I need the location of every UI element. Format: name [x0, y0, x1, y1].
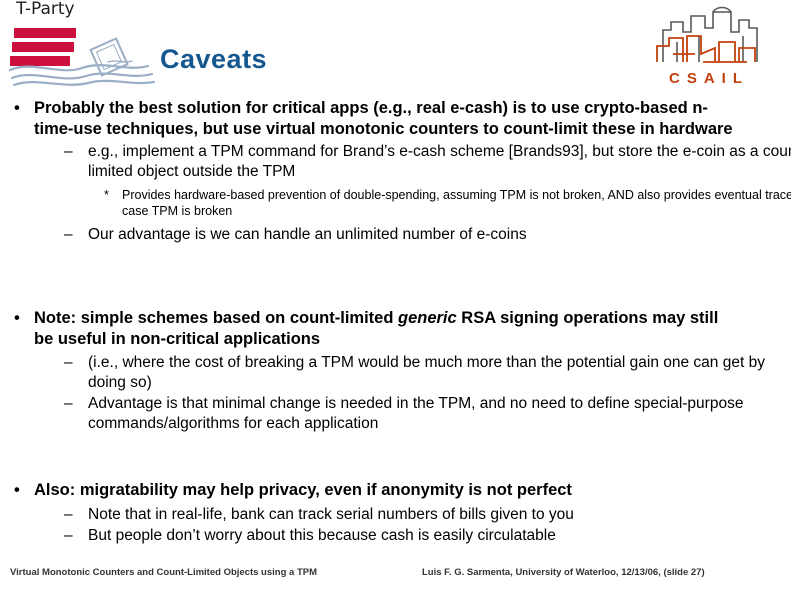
tparty-flag-bar-middle [12, 42, 74, 52]
bullet-text: Advantage is that minimal change is need… [88, 395, 744, 432]
bullet-marker: – [64, 505, 73, 523]
bullet-item: – e.g., implement a TPM command for Bran… [0, 142, 791, 181]
bullet-text-emphasis: generic [398, 309, 457, 327]
slide-header: T-Party Caveats CSAIL [0, 0, 791, 92]
tparty-logo: T-Party [8, 0, 158, 90]
bullet-marker: – [64, 143, 73, 160]
footer-author-and-slide-number: Luis F. G. Sarmenta, University of Water… [422, 567, 705, 578]
bullet-text: Probably the best solution for critical … [34, 99, 733, 138]
footer-presentation-title: Virtual Monotonic Counters and Count-Lim… [10, 567, 317, 578]
bullet-item: – Advantage is that minimal change is ne… [0, 394, 791, 433]
bullet-text: Provides hardware-based prevention of do… [122, 188, 791, 218]
csail-skyline-icon [656, 6, 758, 63]
csail-wordmark-text: CSAIL [669, 70, 749, 87]
bullet-item: – But people don’t worry about this beca… [0, 526, 791, 546]
wave-lines-icon [8, 60, 156, 87]
bullet-item: – Note that in real-life, bank can track… [0, 505, 791, 525]
bullet-item: – Our advantage is we can handle an unli… [0, 225, 788, 245]
bullet-item: • Probably the best solution for critica… [0, 98, 735, 139]
bullet-item: – (i.e., where the cost of breaking a TP… [0, 353, 791, 392]
page-title: Caveats [160, 44, 268, 74]
bullet-item: • Note: simple schemes based on count-li… [0, 308, 720, 349]
bullet-marker: * [104, 188, 109, 202]
bullet-marker: – [64, 527, 73, 544]
bullet-marker: – [64, 354, 73, 371]
bullet-text: (i.e., where the cost of breaking a TPM … [88, 354, 765, 391]
bullet-item: • Also: migratability may help privacy, … [0, 480, 760, 501]
bullet-group-2: • Note: simple schemes based on count-li… [0, 308, 765, 433]
bullet-text: Also: migratability may help privacy, ev… [34, 481, 572, 499]
bullet-text: Our advantage is we can handle an unlimi… [88, 226, 527, 243]
bullet-marker: • [14, 481, 20, 499]
bullet-marker: • [14, 309, 20, 327]
bullet-text: But people don’t worry about this becaus… [88, 527, 556, 544]
tparty-flag-bar-top [14, 28, 76, 38]
bullet-group-3: • Also: migratability may help privacy, … [0, 480, 760, 546]
bullet-text: e.g., implement a TPM command for Brand’… [88, 143, 791, 180]
csail-logo: CSAIL [643, 2, 783, 90]
bullet-text-before: Note: simple schemes based on count-limi… [34, 309, 398, 327]
bullet-marker: – [64, 226, 73, 243]
bullet-marker: • [14, 99, 20, 117]
bullet-item: * Provides hardware-based prevention of … [0, 187, 791, 219]
slide-body: • Probably the best solution for critica… [0, 90, 791, 560]
bullet-group-1: • Probably the best solution for critica… [0, 98, 791, 245]
bullet-text: Note that in real-life, bank can track s… [88, 505, 574, 523]
slide-footer: Virtual Monotonic Counters and Count-Lim… [0, 565, 791, 585]
bullet-marker: – [64, 395, 73, 412]
tparty-wordmark-text: T-Party [16, 0, 75, 19]
